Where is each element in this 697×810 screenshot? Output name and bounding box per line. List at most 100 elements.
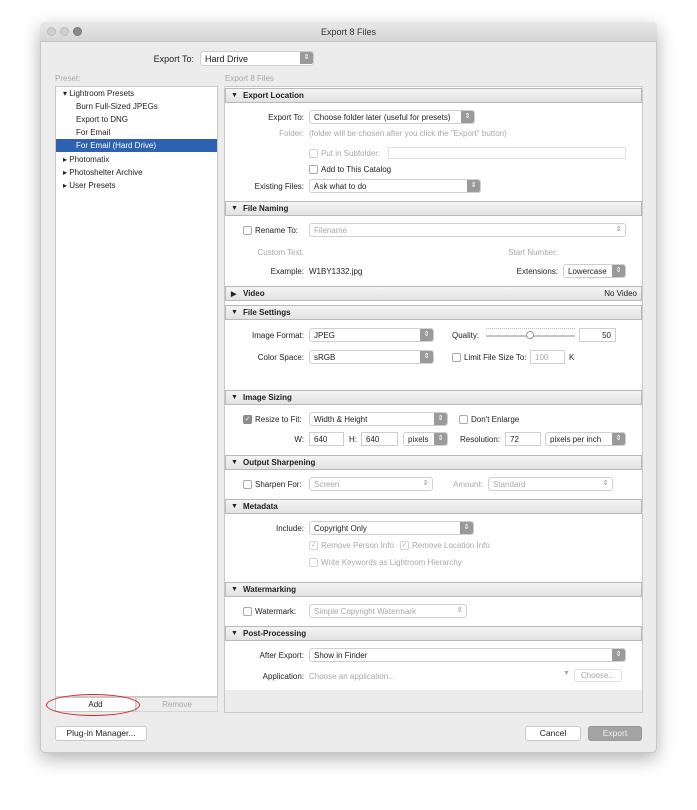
export-to-label: Export To:	[268, 113, 304, 122]
height-input[interactable]: 640	[361, 432, 398, 446]
section-header-image-sizing[interactable]: ▼ Image Sizing	[225, 390, 642, 405]
preset-item-selected[interactable]: For Email (Hard Drive)	[56, 139, 217, 152]
amount-label: Amount:	[453, 480, 483, 489]
remove-person-info-label: Remove Person Info	[321, 541, 394, 550]
sharpen-checkbox[interactable]	[243, 480, 252, 489]
export-to-label: Export To:	[153, 54, 194, 64]
rename-select[interactable]: Filename ⇕	[309, 223, 626, 237]
resolution-unit-select[interactable]: pixels per inch ⇕	[545, 432, 626, 446]
subfolder-input[interactable]	[388, 147, 626, 159]
image-format-select[interactable]: JPEG ⇕	[309, 328, 434, 342]
remove-preset-button[interactable]: Remove	[136, 697, 218, 712]
quality-input[interactable]: 50	[579, 328, 616, 342]
export-location-select[interactable]: Choose folder later (useful for presets)…	[309, 110, 475, 124]
export-button[interactable]: Export	[588, 726, 642, 741]
color-space-label: Color Space:	[257, 353, 304, 362]
color-space-select[interactable]: sRGB ⇕	[309, 350, 434, 364]
existing-files-label: Existing Files:	[254, 182, 304, 191]
preset-item[interactable]: Export to DNG	[56, 113, 217, 126]
section-header-file-settings[interactable]: ▼ File Settings	[225, 305, 642, 320]
limit-file-size-label: Limit File Size To:	[464, 353, 527, 362]
section-title: Watermarking	[243, 585, 297, 594]
height-label: H:	[349, 435, 357, 444]
add-to-catalog-checkbox[interactable]	[309, 165, 318, 174]
cancel-button[interactable]: Cancel	[525, 726, 581, 741]
width-label: W:	[294, 435, 304, 444]
include-select[interactable]: Copyright Only ⇕	[309, 521, 474, 535]
sharpen-for-select[interactable]: Screen ⇕	[309, 477, 433, 491]
resize-mode-select[interactable]: Width & Height ⇕	[309, 412, 448, 426]
remove-person-info-checkbox[interactable]: ✓	[309, 541, 318, 550]
width-input[interactable]: 640	[309, 432, 344, 446]
section-header-file-naming[interactable]: ▼ File Naming	[225, 201, 642, 216]
amount-select[interactable]: Standard ⇕	[488, 477, 613, 491]
disclosure-triangle-icon: ▼	[231, 394, 238, 401]
preset-folder-user[interactable]: ▸ User Presets	[56, 179, 217, 192]
limit-file-size-input[interactable]: 100	[530, 350, 565, 364]
section-title: Post-Processing	[243, 629, 307, 638]
disclosure-triangle-right-icon: ▶	[231, 291, 237, 298]
example-value: W1BY1332.jpg	[309, 267, 363, 276]
dont-enlarge-checkbox[interactable]	[459, 415, 468, 424]
section-title: File Naming	[243, 204, 289, 213]
existing-files-select[interactable]: Ask what to do ⇕	[309, 179, 481, 193]
section-header-post-processing[interactable]: ▼ Post-Processing	[225, 626, 642, 641]
export-to-select[interactable]: Hard Drive ⇕	[200, 51, 314, 66]
section-header-output-sharpening[interactable]: ▼ Output Sharpening	[225, 455, 642, 470]
panel-title: Export 8 Files	[225, 74, 274, 83]
quality-label: Quality:	[452, 331, 480, 340]
chevron-updown-icon: ⇕	[461, 111, 474, 123]
limit-file-size-checkbox[interactable]	[452, 353, 461, 362]
put-in-subfolder-label: Put in Subfolder:	[321, 149, 381, 158]
watermark-select[interactable]: Simple Copyright Watermark ⇕	[309, 604, 467, 618]
preset-item[interactable]: Burn Full-Sized JPEGs	[56, 100, 217, 113]
highlight-ring	[46, 694, 140, 716]
chevron-updown-icon: ⇕	[460, 522, 473, 534]
application-label: Application:	[262, 672, 304, 681]
section-title: File Settings	[243, 308, 291, 317]
select-value: Ask what to do	[314, 182, 367, 191]
put-in-subfolder-checkbox[interactable]	[309, 149, 318, 158]
resize-to-fit-checkbox[interactable]: ✓	[243, 415, 252, 424]
section-header-video[interactable]: ▶ Video No Video	[225, 286, 642, 301]
after-export-select[interactable]: Show in Finder ⇕	[309, 648, 626, 662]
video-status: No Video	[604, 289, 637, 298]
section-header-watermarking[interactable]: ▼ Watermarking	[225, 582, 642, 597]
folder-label: Photomatix	[69, 155, 110, 164]
dropdown-arrow-icon[interactable]: ▼	[563, 670, 570, 677]
section-title: Output Sharpening	[243, 458, 316, 467]
preset-folder-photomatix[interactable]: ▸ Photomatix	[56, 153, 217, 166]
disclosure-triangle-icon: ▼	[231, 205, 238, 212]
extensions-select[interactable]: Lowercase ⇕	[563, 264, 626, 278]
section-header-export-location[interactable]: ▼ Export Location	[225, 88, 642, 103]
section-title: Image Sizing	[243, 393, 292, 402]
extensions-label: Extensions:	[516, 267, 558, 276]
write-keywords-checkbox[interactable]	[309, 558, 318, 567]
chevron-updown-icon: ⇕	[615, 226, 622, 233]
watermark-checkbox[interactable]	[243, 607, 252, 616]
sharpen-label: Sharpen For:	[255, 480, 302, 489]
section-header-metadata[interactable]: ▼ Metadata	[225, 499, 642, 514]
plugin-manager-button[interactable]: Plug-in Manager...	[55, 726, 147, 741]
folder-label: Photoshelter Archive	[69, 168, 143, 177]
quality-slider-thumb[interactable]	[526, 331, 534, 339]
disclosure-triangle-icon: ▼	[231, 309, 238, 316]
preset-folder-photoshelter[interactable]: ▸ Photoshelter Archive	[56, 166, 217, 179]
select-value: Lowercase	[568, 267, 607, 276]
preset-item[interactable]: For Email	[56, 126, 217, 139]
chevron-updown-icon: ⇕	[434, 413, 447, 425]
chevron-updown-icon: ⇕	[612, 649, 625, 661]
image-format-label: Image Format:	[251, 331, 304, 340]
choose-application-button[interactable]: Choose...	[574, 669, 622, 682]
remove-location-info-checkbox[interactable]: ✓	[400, 541, 409, 550]
size-unit-select[interactable]: pixels ⇕	[403, 432, 448, 446]
chevron-updown-icon: ⇕	[612, 265, 625, 277]
disclosure-triangle-icon: ▼	[231, 459, 238, 466]
rename-checkbox[interactable]	[243, 226, 252, 235]
preset-folder-lightroom[interactable]: ▾ Lightroom Presets	[56, 87, 217, 100]
rename-label: Rename To:	[255, 226, 298, 235]
resolution-input[interactable]: 72	[505, 432, 541, 446]
dont-enlarge-label: Don't Enlarge	[471, 415, 520, 424]
application-input[interactable]: Choose an application...	[309, 672, 395, 681]
select-value: JPEG	[314, 331, 335, 340]
